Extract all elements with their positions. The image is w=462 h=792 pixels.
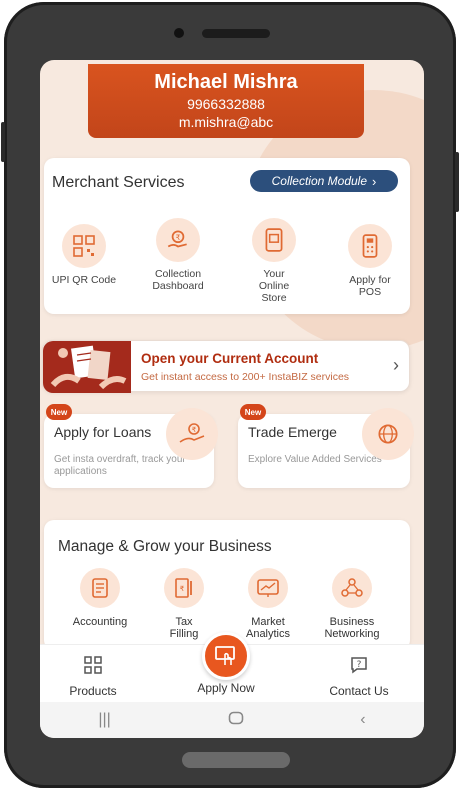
hardware-home-bar: [182, 752, 290, 768]
chevron-right-icon: ›: [393, 355, 399, 375]
pos-machine-icon: [348, 224, 392, 268]
grow-market-analytics[interactable]: Market Analytics: [228, 568, 308, 640]
system-navigation-bar: ||| ‹: [40, 702, 424, 738]
grow-label: Business Networking: [324, 616, 380, 640]
tax-filing-icon: ₹: [164, 568, 204, 608]
service-label: Apply for POS: [349, 274, 391, 298]
svg-text:?: ?: [357, 660, 362, 670]
nav-products[interactable]: Products: [48, 655, 138, 698]
profile-header: Michael Mishra 9966332888 m.mishra@abc: [88, 64, 364, 138]
globe-icon: [362, 408, 414, 460]
loans-title: Apply for Loans: [54, 424, 152, 440]
profile-phone: 9966332888: [187, 96, 265, 112]
market-analytics-icon: [248, 568, 288, 608]
online-store-icon: [252, 218, 296, 262]
trade-subtitle: Explore Value Added Services: [248, 454, 382, 465]
loan-hand-icon: ₹: [166, 408, 218, 460]
collection-module-button[interactable]: Collection Module ›: [250, 170, 398, 192]
front-camera: [174, 28, 184, 38]
profile-email: m.mishra@abc: [178, 114, 274, 130]
loans-subtitle: Get insta overdraft, track your applicat…: [54, 454, 186, 477]
service-upi-qr[interactable]: UPI QR Code: [44, 224, 124, 286]
recent-apps-icon[interactable]: |||: [98, 711, 110, 729]
service-label: Your Online Store: [258, 268, 290, 304]
chevron-right-icon: ›: [372, 173, 377, 189]
trade-emerge-card[interactable]: New Trade Emerge Explore Value Added Ser…: [238, 404, 414, 488]
nav-contact-us-label: Contact Us: [329, 684, 389, 698]
service-online-store[interactable]: Your Online Store: [234, 218, 314, 304]
volume-button: [1, 122, 5, 162]
apply-now-fab[interactable]: [202, 632, 250, 680]
trade-title: Trade Emerge: [248, 424, 337, 440]
nav-apply-now[interactable]: Apply Now: [181, 681, 271, 695]
grow-tax-filling[interactable]: ₹ Tax Filling: [144, 568, 224, 640]
new-badge: New: [240, 404, 266, 420]
profile-name: Michael Mishra: [154, 71, 298, 93]
grid-icon: [48, 655, 138, 678]
current-account-illustration: [43, 341, 131, 393]
collection-module-label: Collection Module: [271, 174, 368, 188]
grow-label: Market Analytics: [245, 616, 291, 640]
nav-products-label: Products: [69, 684, 117, 698]
merchant-services-card: Merchant Services Collection Module › UP…: [44, 158, 410, 314]
grow-label: Accounting: [72, 616, 128, 628]
manage-grow-card: Manage & Grow your Business Accounting ₹…: [44, 520, 410, 650]
phone-frame: Michael Mishra 9966332888 m.mishra@abc M…: [1, 2, 459, 788]
nav-apply-now-label: Apply Now: [197, 681, 255, 695]
business-networking-icon: [332, 568, 372, 608]
svg-text:₹: ₹: [180, 585, 185, 593]
tap-screen-icon: [215, 646, 235, 665]
earpiece-speaker: [202, 29, 270, 38]
accounting-icon: [80, 568, 120, 608]
svg-text:₹: ₹: [176, 233, 181, 242]
home-icon[interactable]: [228, 711, 244, 730]
manage-grow-title: Manage & Grow your Business: [58, 538, 272, 555]
grow-accounting[interactable]: Accounting: [60, 568, 140, 628]
chat-question-icon: ?: [314, 655, 404, 678]
collection-dashboard-icon: ₹: [156, 218, 200, 262]
app-screen: Michael Mishra 9966332888 m.mishra@abc M…: [40, 60, 424, 738]
grow-business-networking[interactable]: Business Networking: [312, 568, 392, 640]
current-account-title: Open your Current Account: [141, 351, 319, 366]
nav-contact-us[interactable]: ? Contact Us: [314, 655, 404, 698]
new-badge: New: [46, 404, 72, 420]
qr-code-icon: [62, 224, 106, 268]
apply-loans-card[interactable]: New Apply for Loans Get insta overdraft,…: [44, 404, 218, 488]
grow-label: Tax Filling: [169, 616, 199, 640]
power-button: [455, 152, 459, 212]
service-apply-pos[interactable]: Apply for POS: [330, 224, 410, 298]
svg-text:₹: ₹: [192, 426, 197, 434]
current-account-banner[interactable]: Open your Current Account Get instant ac…: [42, 340, 410, 393]
service-label: Collection Dashboard: [152, 268, 204, 292]
service-collection-dashboard[interactable]: ₹ Collection Dashboard: [138, 218, 218, 292]
back-icon[interactable]: ‹: [360, 711, 365, 729]
merchant-services-title: Merchant Services: [52, 174, 185, 191]
service-label: UPI QR Code: [51, 274, 117, 286]
current-account-subtitle: Get instant access to 200+ InstaBIZ serv…: [141, 371, 350, 383]
